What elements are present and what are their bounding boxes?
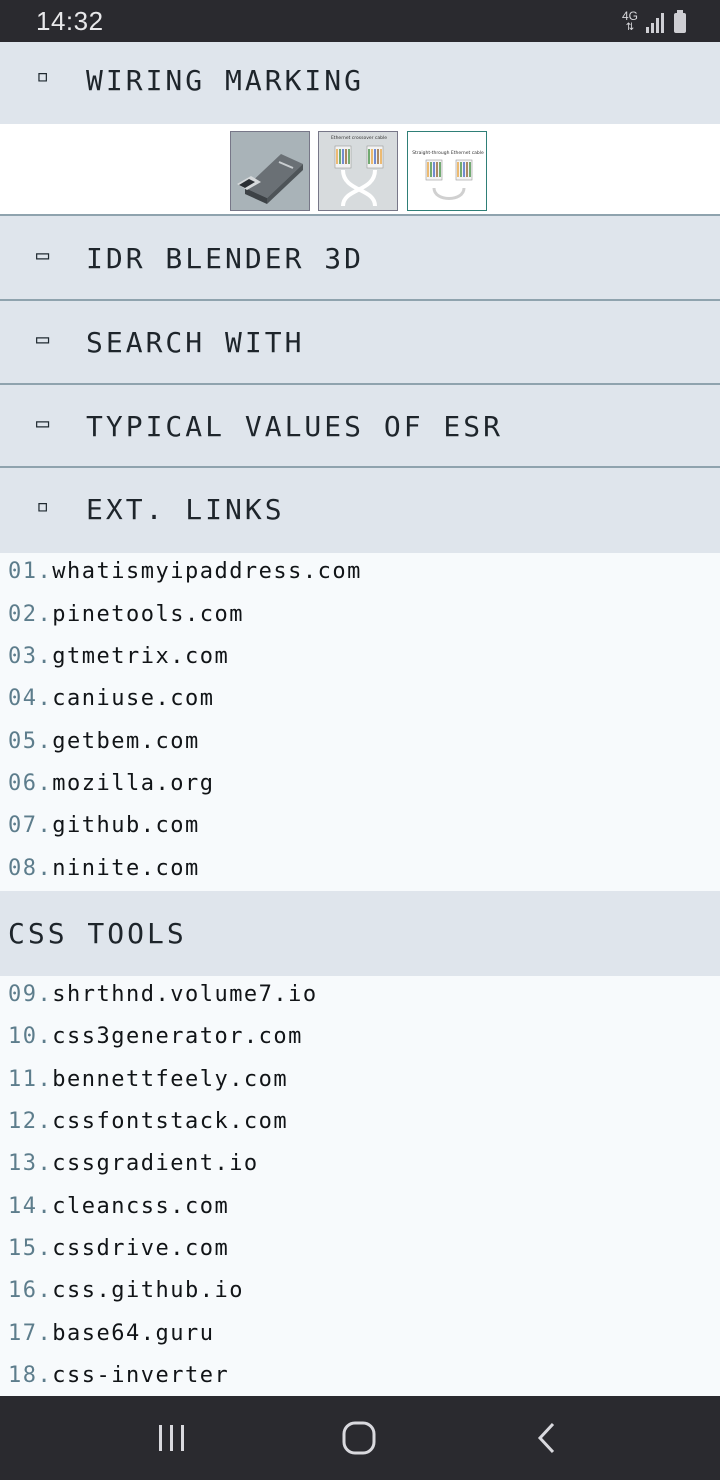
item-number: 01. [8,559,53,584]
link-text[interactable]: getbem.com [52,729,199,754]
section-title: IDR BLENDER 3D [86,242,365,275]
item-number: 06. [8,771,53,796]
link-text[interactable]: cssgradient.io [52,1151,258,1176]
ethernet-crossover-cable-image[interactable]: Ethernet crossover cable [318,131,398,211]
expand-marker-icon: ▫ [36,494,50,519]
back-icon[interactable] [527,1418,567,1458]
status-bar: 14:32 4G ⇅ [0,0,720,42]
item-number: 11. [8,1067,53,1092]
section-title: SEARCH WITH [86,326,305,359]
usb-flash-drive-image[interactable] [230,131,310,211]
system-nav-bar [0,1396,720,1480]
status-time: 14:32 [36,6,104,36]
network-label: 4G [621,9,638,23]
list-item[interactable]: 17.base64.guru [8,1321,214,1351]
collapse-marker-icon: ▭ [36,327,50,352]
section-title: EXT. LINKS [86,493,285,526]
network-4g-icon: 4G ⇅ [621,9,638,33]
link-text[interactable]: gtmetrix.com [52,644,229,669]
link-text[interactable]: mozilla.org [52,771,214,796]
section-idr-blender-3d[interactable]: ▭ IDR BLENDER 3D [0,216,720,301]
link-text[interactable]: caniuse.com [52,686,214,711]
item-number: 12. [8,1109,53,1134]
section-wiring-marking[interactable]: ▫ WIRING MARKING [0,42,720,124]
list-item[interactable]: 04.caniuse.com [8,686,214,716]
thumb-caption: Ethernet crossover cable [331,135,387,141]
link-text[interactable]: cleancss.com [52,1194,229,1219]
item-number: 05. [8,729,53,754]
list-item[interactable]: 09.shrthnd.volume7.io [8,982,318,1012]
link-text[interactable]: whatismyipaddress.com [52,559,362,584]
list-item[interactable]: 06.mozilla.org [8,771,214,801]
item-number: 02. [8,602,53,627]
section-typical-values-of-esr[interactable]: ▭ TYPICAL VALUES OF ESR [0,385,720,468]
item-number: 18. [8,1363,53,1388]
item-number: 15. [8,1236,53,1261]
link-text[interactable]: bennettfeely.com [52,1067,288,1092]
list-item[interactable]: 07.github.com [8,813,200,843]
section-title: TYPICAL VALUES OF ESR [86,410,504,443]
list-item[interactable]: 13.cssgradient.io [8,1151,259,1181]
item-number: 09. [8,982,53,1007]
list-item[interactable]: 11.bennettfeely.com [8,1067,288,1097]
link-text[interactable]: css3generator.com [52,1024,303,1049]
link-text[interactable]: github.com [52,813,199,838]
css-tools-header[interactable]: CSS TOOLS [0,891,720,976]
section-title: CSS TOOLS [8,917,187,950]
link-text[interactable]: ninite.com [52,856,199,881]
list-item[interactable]: 10.css3generator.com [8,1024,303,1054]
signal-icon [646,13,664,33]
straight-through-ethernet-cable-image[interactable]: Straight-through Ethernet cable [407,131,487,211]
list-item[interactable]: 12.cssfontstack.com [8,1109,288,1139]
section-search-with[interactable]: ▭ SEARCH WITH [0,301,720,385]
collapse-marker-icon: ▭ [36,411,50,436]
section-ext-links[interactable]: ▫ EXT. LINKS [0,468,720,553]
item-number: 16. [8,1278,53,1303]
image-gallery: Ethernet crossover cable Straight-throug… [0,124,720,216]
item-number: 04. [8,686,53,711]
item-number: 07. [8,813,53,838]
link-text[interactable]: shrthnd.volume7.io [52,982,317,1007]
css-tools-list: 09.shrthnd.volume7.io 10.css3generator.c… [0,976,720,1396]
link-text[interactable]: css-inverter [52,1363,229,1388]
list-item[interactable]: 08.ninite.com [8,856,200,886]
list-item[interactable]: 14.cleancss.com [8,1194,229,1224]
list-item[interactable]: 01.whatismyipaddress.com [8,559,362,589]
list-item[interactable]: 16.css.github.io [8,1278,244,1308]
collapse-marker-icon: ▭ [36,243,50,268]
ext-links-list: 01.whatismyipaddress.com 02.pinetools.co… [0,553,720,891]
recent-apps-icon[interactable] [152,1418,192,1458]
battery-icon [674,10,686,33]
list-item[interactable]: 05.getbem.com [8,729,200,759]
list-item[interactable]: 02.pinetools.com [8,602,244,632]
list-item[interactable]: 18.css-inverter [8,1363,229,1393]
link-text[interactable]: css.github.io [52,1278,244,1303]
home-icon[interactable] [339,1418,379,1458]
link-text[interactable]: cssdrive.com [52,1236,229,1261]
list-item[interactable]: 03.gtmetrix.com [8,644,229,674]
link-text[interactable]: cssfontstack.com [52,1109,288,1134]
item-number: 10. [8,1024,53,1049]
expand-marker-icon: ▫ [36,64,50,89]
status-icons: 4G ⇅ [622,9,686,33]
link-text[interactable]: base64.guru [52,1321,214,1346]
section-title: WIRING MARKING [86,64,365,97]
thumb-caption: Straight-through Ethernet cable [412,150,484,156]
list-item[interactable]: 15.cssdrive.com [8,1236,229,1266]
item-number: 03. [8,644,53,669]
item-number: 17. [8,1321,53,1346]
item-number: 08. [8,856,53,881]
item-number: 14. [8,1194,53,1219]
link-text[interactable]: pinetools.com [52,602,244,627]
item-number: 13. [8,1151,53,1176]
